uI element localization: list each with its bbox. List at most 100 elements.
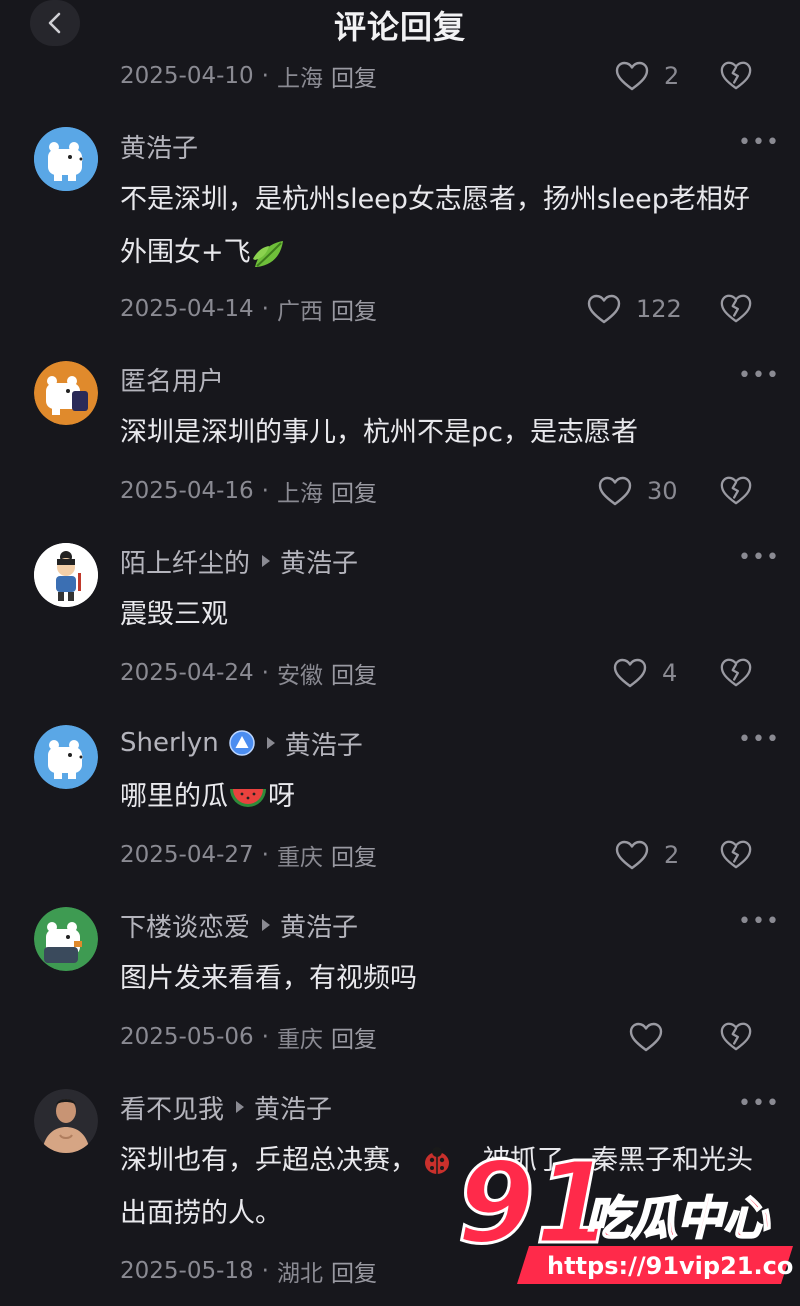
reply-to-name[interactable]: 黄浩子 — [280, 907, 358, 944]
commenter-name-row: 陌上纤尘的 黄浩子 — [120, 543, 358, 579]
ellipsis-icon: ••• — [738, 130, 780, 155]
watermark-logo: 91 吃瓜中心 https://91vip21.com — [456, 1150, 795, 1284]
comment-date: 2025-04-24 — [120, 660, 254, 686]
photo-avatar-icon — [34, 1089, 98, 1153]
reply-button[interactable]: 回复 — [331, 838, 377, 872]
reply-arrow-icon — [266, 737, 275, 749]
comment-date: 2025-05-06 — [120, 1024, 254, 1050]
comment-text: 哪里的瓜呀 — [120, 781, 295, 812]
broken-heart-icon[interactable] — [719, 473, 753, 507]
broken-heart-icon[interactable] — [719, 291, 753, 325]
reply-to-name[interactable]: 黄浩子 — [254, 1089, 332, 1126]
comment-location: 湖北 — [276, 1261, 323, 1287]
reply-to-name[interactable]: 黄浩子 — [285, 725, 363, 762]
broken-heart-icon[interactable] — [719, 655, 753, 689]
comment-text: 图片发来看看，有视频吗 — [120, 963, 417, 994]
ellipsis-icon: ••• — [738, 727, 780, 752]
heart-icon — [613, 658, 647, 688]
commenter-name[interactable]: 黄浩子 — [120, 128, 198, 165]
polar-bear-avatar-icon — [34, 725, 98, 789]
broken-heart-icon[interactable] — [719, 58, 753, 92]
avatar[interactable] — [34, 725, 98, 789]
like-count: 4 — [662, 659, 678, 687]
reply-button[interactable]: 回复 — [331, 656, 377, 690]
comment-meta: 2025-05-06 · 重庆 回复 — [120, 1020, 377, 1054]
commenter-name-row: Sherlyn 黄浩子 — [120, 725, 363, 761]
comment-meta: 2025-04-16 · 上海 回复 — [120, 474, 377, 508]
reply-arrow-icon — [262, 555, 271, 567]
commenter-name[interactable]: Sherlyn — [120, 728, 219, 758]
comment-meta: 2025-04-10 · 上海 回复 — [120, 59, 377, 93]
comment-meta: 2025-05-18 · 湖北 回复 — [120, 1254, 377, 1288]
reply-button[interactable]: 回复 — [331, 59, 377, 93]
commenter-name-row: 下楼谈恋爱 黄浩子 — [120, 907, 358, 943]
reply-to-name[interactable]: 黄浩子 — [280, 543, 358, 580]
comment-date: 2025-04-27 — [120, 842, 254, 868]
comment-location: 广西 — [276, 299, 323, 325]
reply-button[interactable]: 回复 — [331, 1254, 377, 1288]
commenter-name[interactable]: 下楼谈恋爱 — [120, 907, 250, 944]
broken-heart-icon[interactable] — [719, 837, 753, 871]
more-options-button[interactable]: ••• — [738, 545, 780, 570]
more-options-button[interactable]: ••• — [738, 363, 780, 388]
comment-date: 2025-04-14 — [120, 296, 254, 322]
avatar[interactable] — [34, 361, 98, 425]
heart-icon — [598, 476, 632, 506]
reply-button[interactable]: 回复 — [331, 474, 377, 508]
polar-bear-avatar-icon — [34, 907, 98, 971]
comment-location: 上海 — [276, 481, 323, 507]
watermark-brand: 吃瓜中心 — [585, 1191, 771, 1245]
heart-icon — [587, 294, 621, 324]
commenter-name[interactable]: 陌上纤尘的 — [120, 543, 250, 580]
comment-location: 上海 — [276, 66, 323, 92]
ellipsis-icon: ••• — [738, 909, 780, 934]
comment-date: 2025-04-10 — [120, 63, 254, 89]
leaf-emoji-icon — [252, 240, 283, 267]
avatar[interactable] — [34, 543, 98, 607]
ellipsis-icon: ••• — [738, 363, 780, 388]
like-button[interactable]: 30 — [597, 471, 678, 511]
polar-bear-avatar-icon — [34, 127, 98, 191]
avatar[interactable] — [34, 907, 98, 971]
comment-text: 不是深圳，是杭州sleep女志愿者，扬州sleep老相好外围女+飞 — [120, 173, 770, 279]
comment-location: 重庆 — [276, 1027, 323, 1053]
commenter-name[interactable]: 匿名用户 — [120, 361, 224, 398]
commenter-name-row: 黄浩子 — [120, 128, 198, 164]
like-count: 30 — [647, 477, 678, 505]
like-count: 2 — [664, 62, 680, 90]
comment-date: 2025-04-16 — [120, 478, 254, 504]
cartoon-person-avatar-icon — [34, 543, 98, 607]
reply-button[interactable]: 回复 — [331, 1020, 377, 1054]
like-count: 2 — [664, 841, 680, 869]
commenter-name-row: 匿名用户 — [120, 361, 224, 397]
avatar[interactable] — [34, 1089, 98, 1153]
ellipsis-icon: ••• — [738, 545, 780, 570]
reply-button[interactable]: 回复 — [331, 292, 377, 326]
like-button[interactable]: 4 — [612, 653, 677, 693]
comment-meta: 2025-04-27 · 重庆 回复 — [120, 838, 377, 872]
broken-heart-icon[interactable] — [719, 1019, 753, 1053]
reply-arrow-icon — [262, 919, 271, 931]
like-button[interactable]: 2 — [614, 835, 679, 875]
watermark-url: https://91vip21.com — [547, 1252, 795, 1280]
blue-triangle-badge-icon — [229, 730, 255, 756]
comment-reply-screen: 评论回复 2025-04-10 · 上海 回复 2 黄浩子 ••• 不是深圳，是… — [0, 0, 800, 1306]
comment-meta: 2025-04-14 · 广西 回复 — [120, 292, 377, 326]
heart-icon — [615, 61, 649, 91]
more-options-button[interactable]: ••• — [738, 909, 780, 934]
more-options-button[interactable]: ••• — [738, 1091, 780, 1116]
comment-date: 2025-05-18 — [120, 1258, 254, 1284]
more-options-button[interactable]: ••• — [738, 130, 780, 155]
like-button[interactable] — [628, 1017, 664, 1057]
page-title: 评论回复 — [333, 8, 466, 46]
more-options-button[interactable]: ••• — [738, 727, 780, 752]
watermelon-emoji-icon — [230, 788, 266, 807]
like-button[interactable]: 122 — [586, 289, 682, 329]
polar-bear-avatar-icon — [34, 361, 98, 425]
comment-location: 安徽 — [276, 663, 323, 689]
avatar[interactable] — [34, 127, 98, 191]
comment-meta: 2025-04-24 · 安徽 回复 — [120, 656, 377, 690]
comment-text: 深圳是深圳的事儿，杭州不是pc，是志愿者 — [120, 417, 638, 448]
like-button[interactable]: 2 — [614, 56, 679, 96]
commenter-name[interactable]: 看不见我 — [120, 1089, 224, 1126]
